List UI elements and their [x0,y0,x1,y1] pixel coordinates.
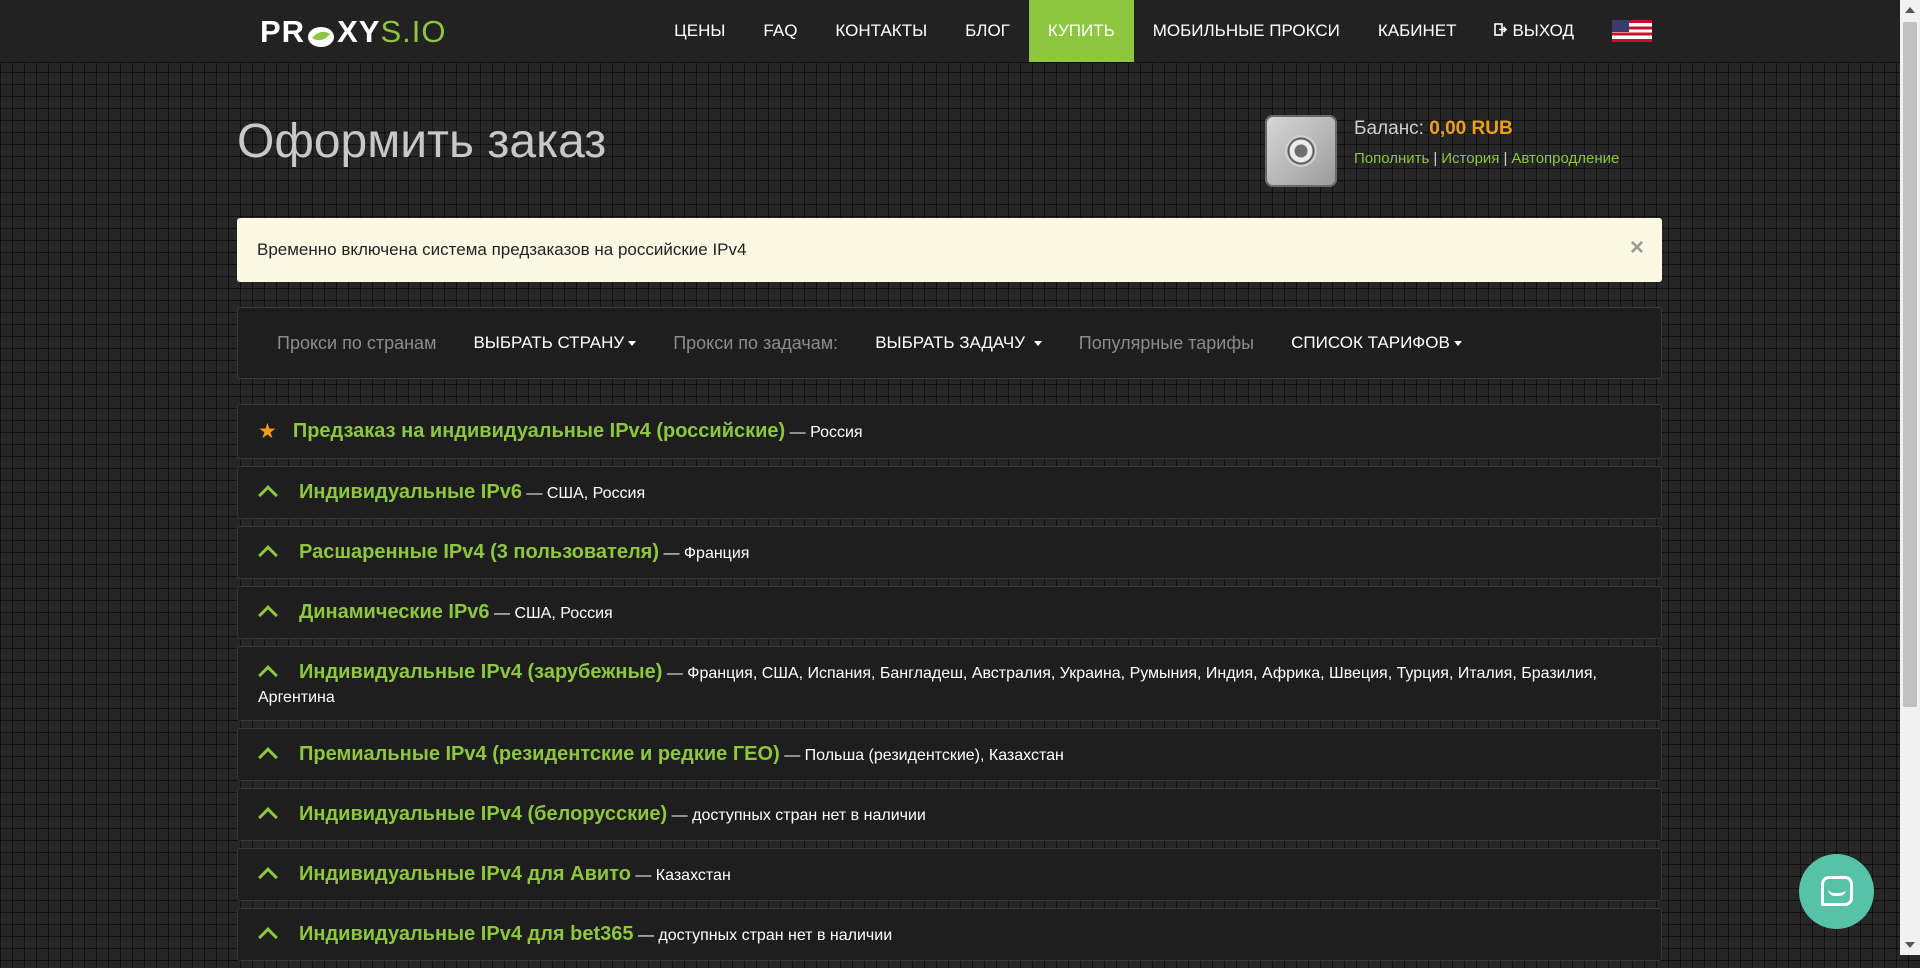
by-task-label: Прокси по задачам: [673,332,839,353]
product-title: Динамические IPv6 [299,601,490,623]
nav-mobile-proxies[interactable]: МОБИЛЬНЫЕ ПРОКСИ [1134,0,1359,62]
product-title: Индивидуальные IPv4 (зарубежные) [299,661,663,683]
chevron-up-icon [258,485,278,505]
star-icon: ★ [258,420,277,443]
chevron-up-icon [258,545,278,565]
nav-contacts[interactable]: КОНТАКТЫ [816,0,946,62]
list-item[interactable]: Премиальные IPv4 (резидентские и редкие … [237,728,1662,781]
product-countries: — США, Россия [526,485,646,502]
scroll-up-icon[interactable] [1905,7,1915,13]
product-title: Индивидуальные IPv4 (белорусские) [299,803,668,825]
tariff-list-dropdown[interactable]: СПИСОК ТАРИФОВ [1291,333,1462,353]
product-title: Расшаренные IPv4 (3 пользователя) [299,541,659,563]
balance-amount: 0,00 RUB [1429,118,1513,139]
chevron-up-icon [258,605,278,625]
link-autorenew[interactable]: Автопродление [1511,150,1619,167]
nav-prices[interactable]: ЦЕНЫ [655,0,744,62]
safe-icon [1265,115,1337,187]
product-countries: — Франция [663,545,750,562]
preorder-alert: Временно включена система предзаказов на… [237,218,1662,282]
chat-button[interactable] [1799,854,1874,929]
select-task-dropdown[interactable]: ВЫБРАТЬ ЗАДАЧУ [875,333,1042,353]
list-item[interactable]: ★ Предзаказ на индивидуальные IPv4 (росси… [237,404,1662,459]
select-country-dropdown[interactable]: ВЫБРАТЬ СТРАНУ [473,333,637,353]
filter-bar: Прокси по странам ВЫБРАТЬ СТРАНУ Прокси … [237,307,1662,379]
alert-text: Временно включена система предзаказов на… [257,240,747,259]
us-flag-icon[interactable] [1612,20,1652,42]
chevron-up-icon [258,927,278,947]
link-history[interactable]: История [1441,150,1499,167]
list-item[interactable]: Индивидуальные IPv4 (белорусские) — дост… [237,788,1662,841]
logo-leaf-icon [306,21,336,47]
link-topup[interactable]: Пополнить [1354,150,1429,167]
nav-logout-label: ВЫХОД [1512,21,1574,40]
product-countries: — Россия [789,424,863,441]
product-title: Индивидуальные IPv4 для bet365 [299,923,634,945]
logout-icon [1494,23,1508,39]
logo-text-3: S.IO [380,14,447,49]
product-title: Премиальные IPv4 (резидентские и редкие … [299,743,780,765]
logo-text-2: XY [337,14,381,49]
chevron-up-icon [258,807,278,827]
nav-faq[interactable]: FAQ [744,0,816,62]
scrollbar[interactable] [1900,0,1920,955]
balance-label: Баланс: [1354,118,1424,139]
product-title: Предзаказ на индивидуальные IPv4 (россий… [292,420,786,442]
nav-blog[interactable]: БЛОГ [946,0,1029,62]
chevron-up-icon [258,665,278,685]
product-countries: — Казахстан [635,867,731,884]
scrollbar-thumb[interactable] [1903,22,1917,707]
product-countries: — США, Россия [494,605,613,622]
product-countries: — доступных стран нет в наличии [671,807,926,824]
product-countries: — Польша (резидентские), Казахстан [784,747,1064,764]
caret-down-icon [1033,341,1042,347]
balance-links: Пополнить | История | Автопродление [1354,150,1620,167]
nav-cabinet[interactable]: КАБИНЕТ [1359,0,1476,62]
list-item[interactable]: Индивидуальные IPv4 для Авито — Казахста… [237,848,1662,901]
product-list: ★ Предзаказ на индивидуальные IPv4 (росси… [237,404,1662,968]
list-item[interactable]: Динамические IPv6 — США, Россия [237,586,1662,639]
list-item[interactable]: Индивидуальные IPv6 — США, Россия [237,466,1662,519]
product-title: Индивидуальные IPv4 для Авито [299,863,631,885]
product-countries: — доступных стран нет в наличии [637,927,893,944]
logo-text-1: PR [260,14,306,49]
navbar: PR XY S.IO ЦЕНЫ FAQ КОНТАКТЫ БЛОГ КУПИТЬ… [0,0,1900,63]
product-title: Индивидуальные IPv6 [299,481,522,503]
scroll-down-icon[interactable] [1905,942,1915,948]
logo[interactable]: PR XY S.IO [260,15,446,49]
close-icon[interactable]: × [1630,236,1644,260]
popular-tariffs-label: Популярные тарифы [1078,332,1255,353]
nav-logout[interactable]: ВЫХОД [1475,0,1593,62]
chevron-up-icon [258,867,278,887]
caret-down-icon [628,341,637,347]
main-nav: ЦЕНЫ FAQ КОНТАКТЫ БЛОГ КУПИТЬ МОБИЛЬНЫЕ … [655,0,1652,62]
list-item[interactable]: Индивидуальные IPv4 (зарубежные) — Франц… [237,646,1662,721]
page-title: Оформить заказ [237,115,607,168]
chevron-up-icon [258,747,278,767]
list-item[interactable]: Индивидуальные IPv4 для bet365 — доступн… [237,908,1662,961]
nav-buy[interactable]: КУПИТЬ [1028,0,1134,62]
balance: Баланс: 0,00 RUB [1354,118,1513,140]
caret-down-icon [1453,341,1462,347]
by-country-label: Прокси по странам [277,332,437,353]
list-item[interactable]: Расшаренные IPv4 (3 пользователя) — Фран… [237,526,1662,579]
